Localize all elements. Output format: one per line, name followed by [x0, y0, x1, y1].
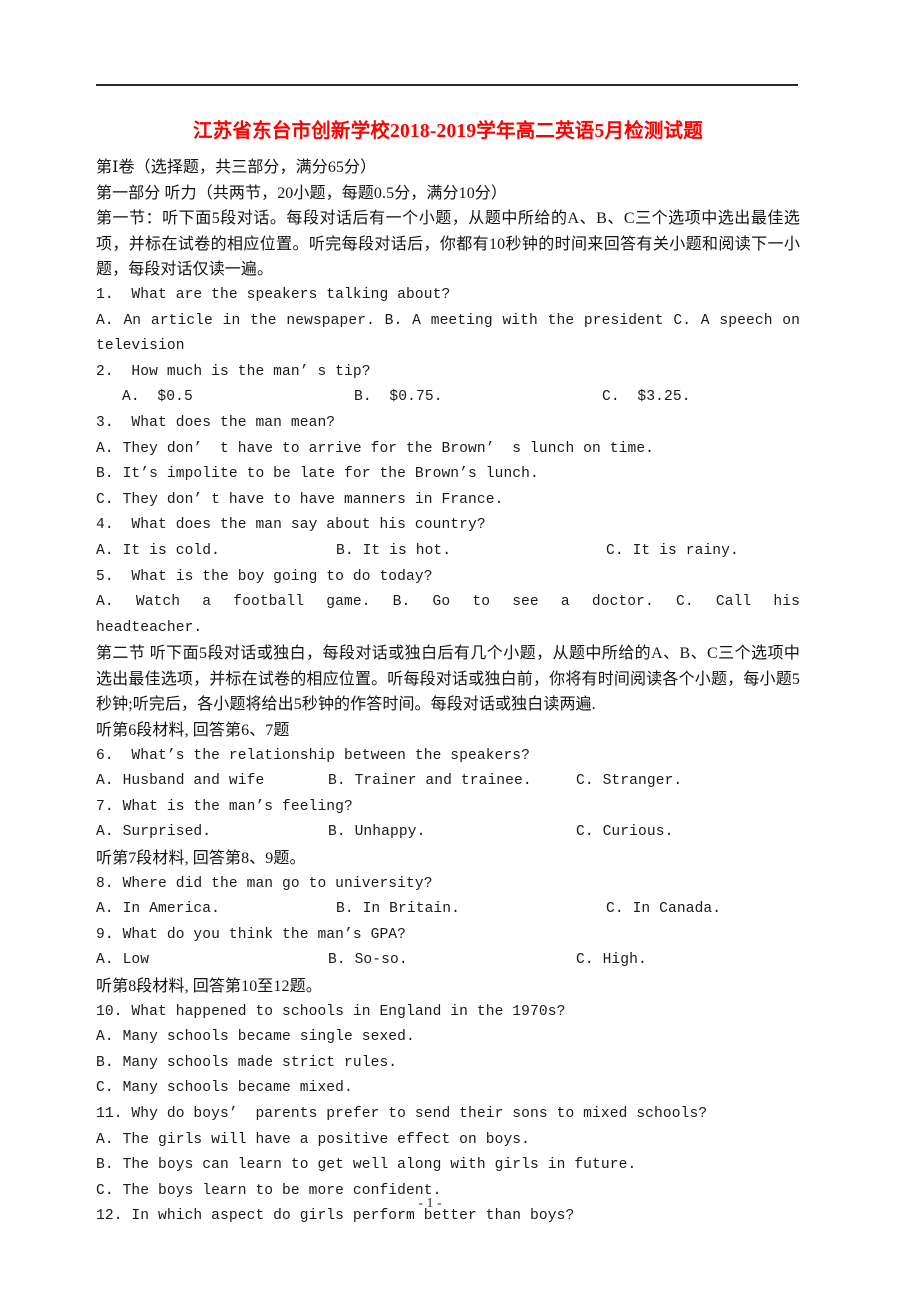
question-options-row: A. It is cold. B. It is hot. C. It is ra… — [96, 539, 800, 565]
question-block-6: 6. What’s the relationship between the s… — [96, 744, 800, 795]
option-a[interactable]: A. The girls will have a positive effect… — [96, 1128, 800, 1154]
option-c[interactable]: C. High. — [576, 948, 647, 974]
question-options-row: A. In America. B. In Britain. C. In Cana… — [96, 897, 800, 923]
option-c[interactable]: C. Many schools became mixed. — [96, 1076, 800, 1102]
option-b[interactable]: B. Many schools made strict rules. — [96, 1051, 800, 1077]
option-a[interactable]: A. Low — [96, 948, 328, 974]
question-stem: 10. What happened to schools in England … — [96, 1003, 566, 1020]
option-c[interactable]: C. $3.25. — [602, 385, 691, 411]
question-block-10: 10. What happened to schools in England … — [96, 1000, 800, 1102]
question-options-row: A. Surprised. B. Unhappy. C. Curious. — [96, 820, 800, 846]
question-stem: 8. Where did the man go to university? — [96, 875, 433, 892]
option-a[interactable]: A. Husband and wife — [96, 769, 328, 795]
option-c[interactable]: C. In Canada. — [606, 897, 721, 923]
question-block-4: 4. What does the man say about his count… — [96, 513, 800, 564]
option-b[interactable]: B. It is hot. — [336, 539, 606, 565]
question-stem: 6. What’s the relationship between the s… — [96, 747, 531, 764]
option-a[interactable]: A. Many schools became single sexed. — [96, 1025, 800, 1051]
question-options-wrap[interactable]: television — [96, 334, 800, 360]
document-body: 江苏省东台市创新学校2018-2019学年高二英语5月检测试题 第Ⅰ卷（选择题，… — [96, 118, 800, 1230]
question-options-row: A. Husband and wife B. Trainer and train… — [96, 769, 800, 795]
option-a[interactable]: A. In America. — [96, 897, 336, 923]
question-stem: 1. What are the speakers talking about? — [96, 286, 451, 303]
material-7-label: 听第7段材料, 回答第8、9题。 — [96, 850, 306, 868]
question-block-1: 1. What are the speakers talking about? … — [96, 283, 800, 360]
option-c[interactable]: C. It is rainy. — [606, 539, 739, 565]
page-title: 江苏省东台市创新学校2018-2019学年高二英语5月检测试题 — [193, 121, 703, 142]
header-divider-rule — [96, 84, 798, 86]
question-options-wrap[interactable]: headteacher. — [96, 616, 800, 642]
option-b[interactable]: B. It’s impolite to be late for the Brow… — [96, 462, 800, 488]
option-b[interactable]: B. $0.75. — [354, 385, 602, 411]
question-stem: 4. What does the man say about his count… — [96, 517, 486, 534]
question-stem: 2. How much is the man’ s tip? — [96, 363, 371, 380]
material-8-label: 听第8段材料, 回答第10至12题。 — [96, 978, 322, 995]
option-c[interactable]: C. Curious. — [576, 820, 673, 846]
question-options-line[interactable]: A. Watch a football game. B. Go to see a… — [96, 590, 800, 616]
question-block-3: 3. What does the man mean? A. They don’ … — [96, 411, 800, 513]
question-stem: 7. What is the man’s feeling? — [96, 798, 353, 815]
question-block-7: 7. What is the man’s feeling? A. Surpris… — [96, 795, 800, 846]
option-b[interactable]: B. Trainer and trainee. — [328, 769, 576, 795]
question-options-row: A. $0.5 B. $0.75. C. $3.25. — [96, 385, 800, 411]
option-b[interactable]: B. So-so. — [328, 948, 576, 974]
question-options-row: A. Low B. So-so. C. High. — [96, 948, 800, 974]
page-number-footer: - 1 - — [418, 1196, 442, 1211]
question-block-9: 9. What do you think the man’s GPA? A. L… — [96, 923, 800, 974]
option-c[interactable]: C. Stranger. — [576, 769, 682, 795]
question-stem: 3. What does the man mean? — [96, 414, 336, 431]
option-a[interactable]: A. It is cold. — [96, 539, 336, 565]
part-one-label: 第一部分 听力（共两节，20小题，每题0.5分，满分10分） — [96, 184, 508, 202]
question-block-11: 11. Why do boys’ parents prefer to send … — [96, 1102, 800, 1204]
question-stem: 5. What is the boy going to do today? — [96, 568, 433, 585]
question-block-8: 8. Where did the man go to university? A… — [96, 872, 800, 923]
option-a[interactable]: A. They don’ t have to arrive for the Br… — [96, 437, 800, 463]
question-stem: 9. What do you think the man’s GPA? — [96, 926, 407, 943]
question-block-5: 5. What is the boy going to do today? A.… — [96, 565, 800, 642]
section-two-instructions: 第二节 听下面5段对话或独白，每段对话或独白后有几个小题，从题中所给的A、B、C… — [96, 645, 800, 714]
option-b[interactable]: B. The boys can learn to get well along … — [96, 1153, 800, 1179]
section-one-instructions: 第一节：听下面5段对话。每段对话后有一个小题，从题中所给的A、B、C三个选项中选… — [96, 210, 800, 279]
option-a[interactable]: A. Surprised. — [96, 820, 328, 846]
option-c[interactable]: C. They don’ t have to have manners in F… — [96, 488, 800, 514]
paper-part-label: 第Ⅰ卷（选择题，共三部分，满分65分） — [96, 159, 377, 176]
question-block-2: 2. How much is the man’ s tip? A. $0.5 B… — [96, 360, 800, 411]
question-options-line[interactable]: A. An article in the newspaper. B. A mee… — [96, 309, 800, 335]
option-b[interactable]: B. In Britain. — [336, 897, 606, 923]
question-stem: 11. Why do boys’ parents prefer to send … — [96, 1105, 708, 1122]
exam-paper-page: 江苏省东台市创新学校2018-2019学年高二英语5月检测试题 第Ⅰ卷（选择题，… — [0, 0, 920, 1302]
material-6-label: 听第6段材料, 回答第6、7题 — [96, 722, 290, 740]
option-b[interactable]: B. Unhappy. — [328, 820, 576, 846]
option-a[interactable]: A. $0.5 — [122, 385, 354, 411]
